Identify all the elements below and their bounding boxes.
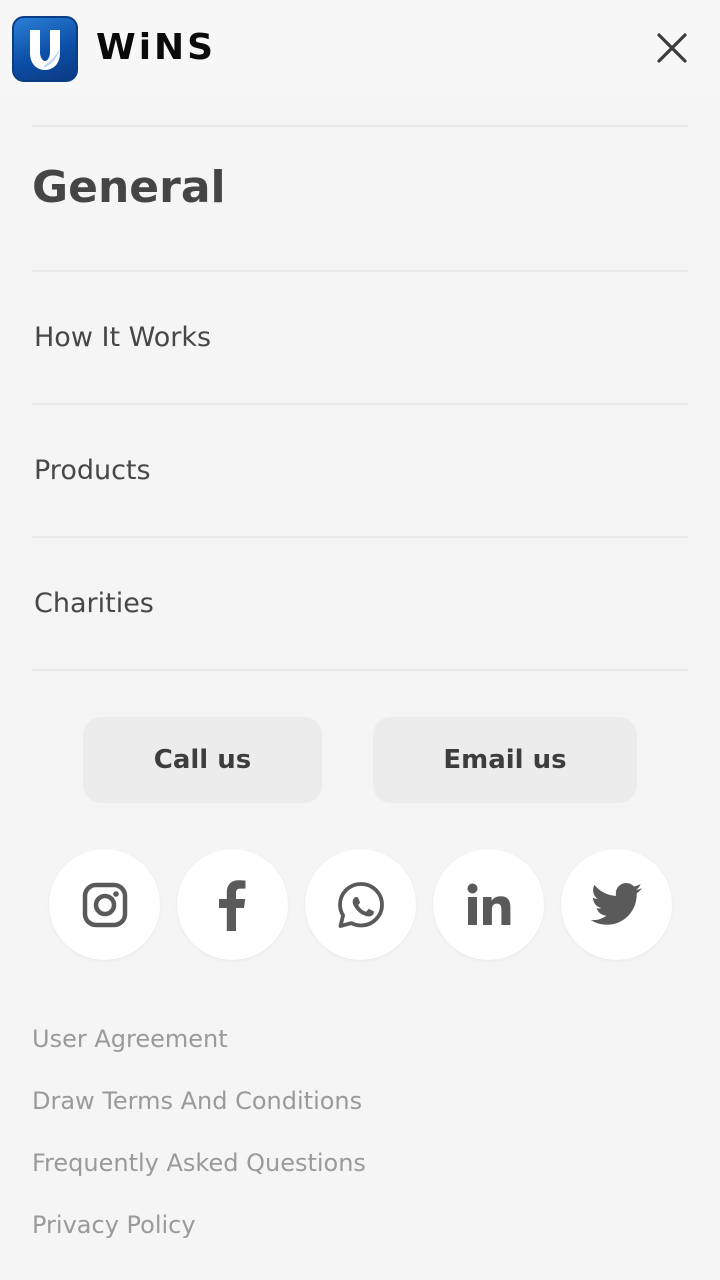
instagram-icon — [82, 882, 127, 927]
call-us-label: Call us — [153, 745, 252, 775]
menu-item-label: Charities — [34, 588, 154, 619]
user-agreement-link[interactable]: User Agreement — [32, 1021, 228, 1057]
draw-terms-link[interactable]: Draw Terms And Conditions — [32, 1083, 362, 1119]
menu-item-how-it-works[interactable]: How It Works — [32, 272, 688, 403]
linkedin-icon — [467, 883, 510, 925]
whatsapp-button[interactable] — [305, 849, 416, 960]
instagram-button[interactable] — [49, 849, 160, 960]
twitter-icon — [590, 882, 642, 925]
email-us-button[interactable]: Email us — [373, 717, 637, 803]
logo-wordmark: WiNS — [96, 27, 217, 68]
menu-item-label: Products — [34, 455, 151, 486]
menu-screen: WiNS General How It Works Products Chari… — [0, 0, 720, 1280]
privacy-policy-link[interactable]: Privacy Policy — [32, 1207, 196, 1243]
divider — [32, 125, 688, 127]
app-header: WiNS — [0, 0, 720, 96]
menu-item-label: How It Works — [34, 322, 212, 353]
twitter-button[interactable] — [561, 849, 672, 960]
logo-icon — [12, 16, 78, 82]
facebook-icon — [218, 879, 245, 931]
divider — [32, 669, 688, 671]
faq-link[interactable]: Frequently Asked Questions — [32, 1145, 366, 1181]
email-us-label: Email us — [443, 745, 567, 775]
menu-item-products[interactable]: Products — [32, 405, 688, 536]
close-icon — [657, 33, 687, 63]
facebook-button[interactable] — [177, 849, 288, 960]
linkedin-button[interactable] — [433, 849, 544, 960]
close-menu-button[interactable] — [650, 26, 694, 70]
whatsapp-icon — [337, 881, 384, 928]
menu-item-charities[interactable]: Charities — [32, 538, 688, 669]
section-title: General — [32, 162, 226, 213]
call-us-button[interactable]: Call us — [83, 717, 322, 803]
